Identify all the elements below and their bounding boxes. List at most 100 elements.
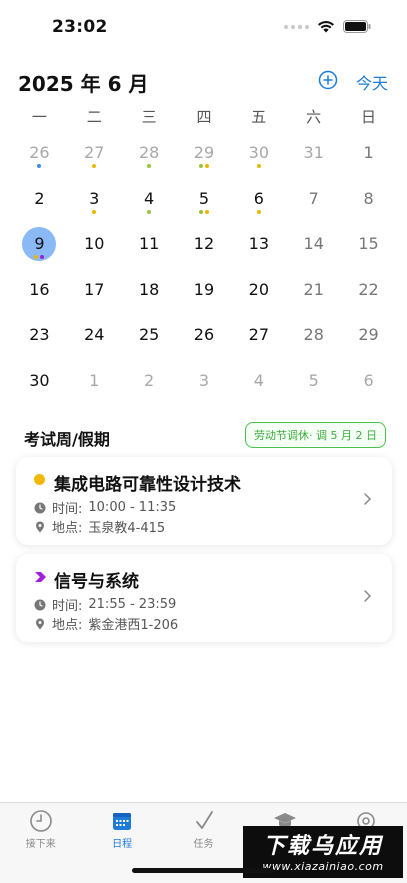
event-dots [231,346,286,351]
calendar-day[interactable]: 18 [122,269,177,315]
calendar-day[interactable]: 3 [177,360,232,406]
calendar-day[interactable]: 5 [177,178,232,224]
tab-label: 任务 [193,839,214,850]
event-dots [177,346,232,351]
home-indicator[interactable] [132,868,274,873]
calendar-day[interactable]: 24 [67,314,122,360]
event-dots [341,164,396,169]
event-time-row: 时间: 21:55 - 23:59 [34,595,176,614]
calendar-day[interactable]: 28 [122,132,177,178]
cellular-signal-icon [284,24,309,29]
calendar-day[interactable]: 26 [12,132,67,178]
calendar-day[interactable]: 25 [122,314,177,360]
exam-section-title: 考试周/假期 [24,430,110,449]
tab-upcoming[interactable]: 接下来 [0,803,81,883]
event-time: 21:55 - 23:59 [88,597,177,612]
event-place: 玉泉教4-415 [88,521,166,536]
event-dots [286,301,341,306]
calendar-day[interactable]: 8 [341,178,396,224]
event-card[interactable]: 信号与系统 时间: 21:55 - 23:59 地点: 紫金港西1-206 [16,554,392,642]
calendar-day[interactable]: 11 [122,223,177,269]
event-dot [198,209,203,214]
event-dots [177,255,232,260]
watermark-main-text: 下载乌应用 [262,834,383,859]
calendar-day[interactable]: 20 [231,269,286,315]
calendar-day[interactable]: 28 [286,314,341,360]
event-dots [231,301,286,306]
weekday-row: 一 二 三 四 五 六 日 [12,106,396,127]
calendar-day[interactable]: 3 [67,178,122,224]
calendar-day[interactable]: 13 [231,223,286,269]
calendar-day[interactable]: 27 [231,314,286,360]
calendar-day[interactable]: 29 [177,132,232,178]
event-dot [147,164,152,168]
event-dots [67,255,122,260]
event-dots [341,392,396,397]
weekday-label: 四 [196,108,212,126]
calendar-day[interactable]: 4 [122,178,177,224]
calendar-day[interactable]: 17 [67,269,122,315]
event-dots [122,301,177,306]
holiday-badge[interactable]: 劳动节调休· 调 5 月 2 日 [245,422,386,448]
event-dots [177,209,232,215]
tab-label: 接下来 [25,839,56,850]
calendar-day[interactable]: 5 [286,360,341,406]
event-dots [231,209,286,215]
weekday-label: 二 [86,108,102,126]
event-dots [67,346,122,351]
event-dots [67,209,122,215]
today-button[interactable]: 今天 [356,70,388,94]
event-dot [256,164,261,168]
calendar-day[interactable]: 27 [67,132,122,178]
event-dots [341,210,396,215]
calendar-day[interactable]: 2 [122,360,177,406]
event-dots [12,301,67,306]
event-dot [204,164,209,168]
calendar-day[interactable]: 4 [231,360,286,406]
calendar-day[interactable]: 12 [177,223,232,269]
calendar-day[interactable]: 26 [177,314,232,360]
calendar-day[interactable]: 1 [67,360,122,406]
event-dots [231,255,286,260]
calendar-icon [113,813,132,830]
calendar-day[interactable]: 21 [286,269,341,315]
event-dots [67,392,122,397]
event-dots [286,392,341,397]
calendar-day[interactable]: 15 [341,223,396,269]
calendar-day[interactable]: 29 [341,314,396,360]
calendar-day[interactable]: 6 [231,178,286,224]
weekday-label: 六 [306,108,322,126]
calendar-day[interactable]: 10 [67,223,122,269]
event-time-row: 时间: 10:00 - 11:35 [34,498,176,517]
weekday-label: 一 [31,108,47,126]
calendar-day[interactable]: 30 [12,360,67,406]
event-dot [204,209,209,214]
event-dot [92,164,97,168]
add-event-button[interactable] [318,70,338,90]
calendar-day-selected[interactable]: 9 [12,223,67,269]
event-dots [341,346,396,351]
event-card[interactable]: 集成电路可靠性设计技术 时间: 10:00 - 11:35 地点: 玉泉教4-4… [16,457,392,545]
calendar-day[interactable]: 16 [12,269,67,315]
event-time-label: 时间: [52,502,83,517]
event-dots [122,209,177,215]
event-color-dot [34,474,45,485]
calendar-day[interactable]: 19 [177,269,232,315]
location-pin-icon [36,618,44,629]
calendar-day[interactable]: 6 [341,360,396,406]
event-time-label: 时间: [52,599,83,614]
weekday-label: 日 [360,108,376,126]
calendar-day[interactable]: 23 [12,314,67,360]
calendar-day[interactable]: 22 [341,269,396,315]
calendar-day[interactable]: 2 [12,178,67,224]
calendar-day[interactable]: 31 [286,132,341,178]
status-time: 23:02 [52,17,108,37]
calendar-day[interactable]: 7 [286,178,341,224]
clock-icon [34,502,46,513]
event-dot [40,255,45,259]
calendar-day[interactable]: 14 [286,223,341,269]
calendar-day[interactable]: 30 [231,132,286,178]
event-dot [37,164,42,168]
event-dots [341,301,396,306]
calendar-day[interactable]: 1 [341,132,396,178]
